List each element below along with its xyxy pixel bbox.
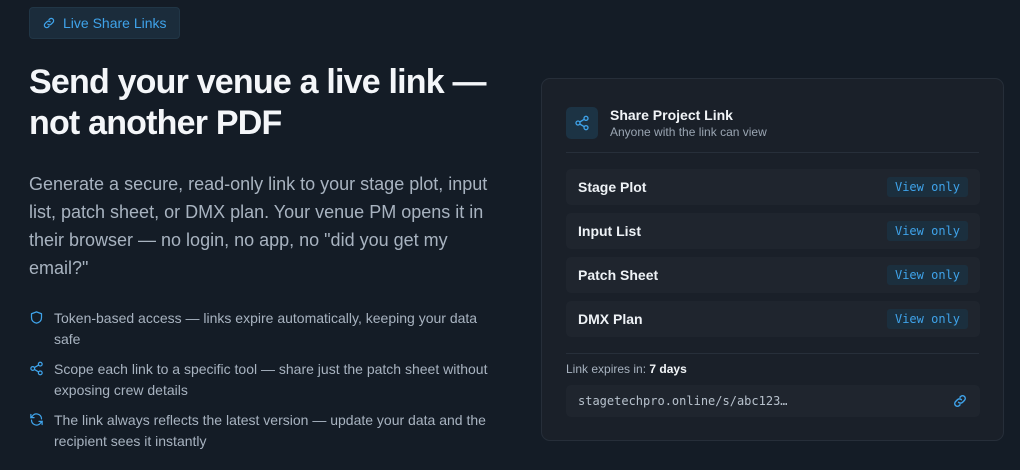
doc-row-stage-plot[interactable]: Stage Plot View only: [566, 169, 980, 205]
feature-item: The link always reflects the latest vers…: [29, 410, 509, 452]
access-badge: View only: [886, 309, 968, 329]
expiry-label: Link expires in:: [566, 362, 647, 376]
feature-text: The link always reflects the latest vers…: [54, 412, 486, 449]
feature-text: Token-based access — links expire automa…: [54, 310, 478, 347]
share-url-field[interactable]: stagetechpro.online/s/abc123…: [566, 385, 980, 417]
share-icon: [575, 115, 589, 131]
page-headline: Send your venue a live link — not anothe…: [29, 63, 487, 142]
live-share-badge: Live Share Links: [29, 7, 180, 39]
expiry-value: 7 days: [649, 362, 687, 376]
feature-list: Token-based access — links expire automa…: [29, 308, 509, 461]
access-badge: View only: [886, 265, 968, 285]
access-badge: View only: [886, 221, 968, 241]
feature-item: Scope each link to a specific tool — sha…: [29, 359, 509, 401]
lead-paragraph: Generate a secure, read-only link to you…: [29, 174, 488, 278]
card-divider: [566, 353, 979, 354]
shield-icon: [30, 311, 43, 324]
card-subtitle: Anyone with the link can view: [610, 125, 767, 139]
doc-row-patch-sheet[interactable]: Patch Sheet View only: [566, 257, 980, 293]
share-tile: [566, 107, 598, 139]
doc-row-input-list[interactable]: Input List View only: [566, 213, 980, 249]
card-header: Share Project Link Anyone with the link …: [566, 105, 979, 153]
badge-label: Live Share Links: [63, 15, 167, 31]
doc-row-dmx-plan[interactable]: DMX Plan View only: [566, 301, 980, 337]
shared-doc-list: Stage Plot View only Input List View onl…: [566, 169, 980, 345]
refresh-icon: [30, 413, 43, 426]
link-icon[interactable]: [952, 393, 968, 409]
link-icon: [43, 17, 55, 29]
access-badge: View only: [886, 177, 968, 197]
share-project-card: Share Project Link Anyone with the link …: [541, 78, 1004, 441]
share-icon: [30, 361, 43, 376]
card-title: Share Project Link: [610, 107, 733, 123]
share-url: stagetechpro.online/s/abc123…: [578, 394, 788, 408]
doc-name: DMX Plan: [578, 311, 643, 327]
doc-name: Stage Plot: [578, 179, 647, 195]
doc-name: Patch Sheet: [578, 267, 659, 283]
doc-name: Input List: [578, 223, 641, 239]
feature-item: Token-based access — links expire automa…: [29, 308, 509, 350]
feature-text: Scope each link to a specific tool — sha…: [54, 361, 488, 398]
link-expiry: Link expires in: 7 days: [566, 362, 687, 376]
